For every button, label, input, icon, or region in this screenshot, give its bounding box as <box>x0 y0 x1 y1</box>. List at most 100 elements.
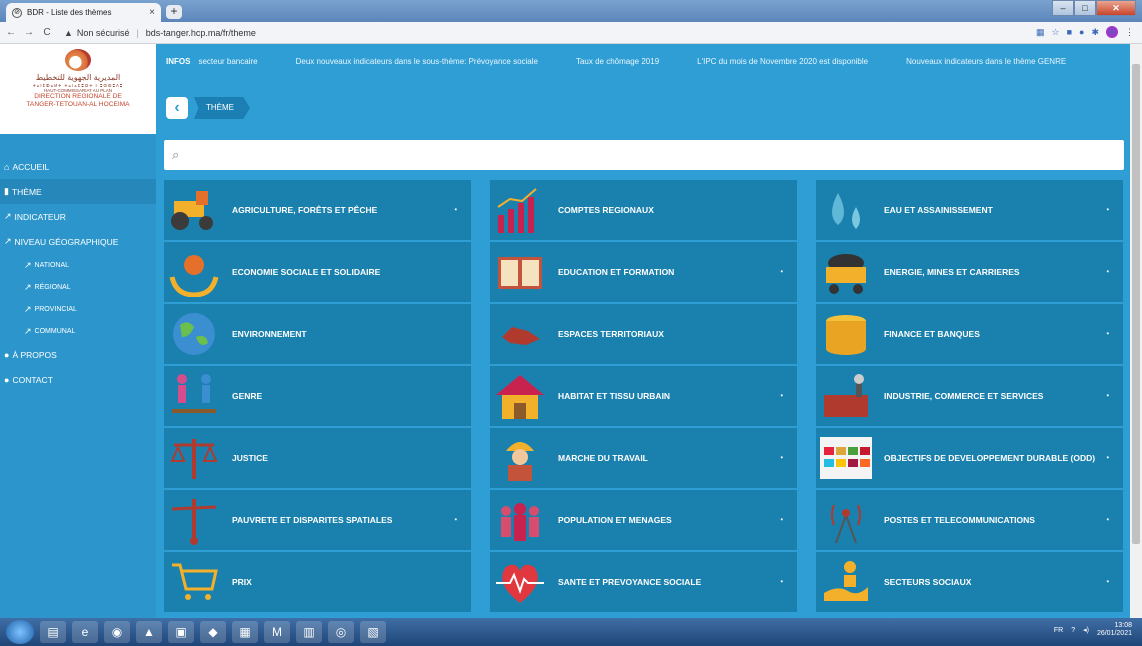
theme-card[interactable]: ESPACES TERRITORIAUX <box>490 304 797 364</box>
hcp-logo[interactable]: المديرية الجهوية للتخطيط ⵜⴰⵏⵎⵀⴰⵍⵜ ⵜⴰⵏⴰⵎⵓ… <box>0 44 156 134</box>
new-tab-button[interactable]: + <box>166 5 182 19</box>
menu-dots-icon[interactable]: ⋮ <box>1125 27 1134 38</box>
theme-card[interactable]: ECONOMIE SOCIALE ET SOLIDAIRE <box>164 242 471 302</box>
theme-label: POSTES ET TELECOMMUNICATIONS <box>884 515 1035 525</box>
theme-card[interactable]: HABITAT ET TISSU URBAIN ▪ <box>490 366 797 426</box>
expand-indicator-icon[interactable]: ▪ <box>781 455 783 462</box>
expand-indicator-icon[interactable]: ▪ <box>1107 455 1109 462</box>
news-item[interactable]: L'IPC du mois de Novembre 2020 est dispo… <box>697 57 868 66</box>
theme-card[interactable]: ENERGIE, MINES ET CARRIERES ▪ <box>816 242 1123 302</box>
news-item[interactable]: Taux de chômage 2019 <box>576 57 659 66</box>
url-field[interactable]: ▲ Non sécurisé | bds-tanger.hcp.ma/fr/th… <box>64 28 256 38</box>
expand-indicator-icon[interactable]: ▪ <box>781 393 783 400</box>
sidebar-item-provincial[interactable]: ↗ PROVINCIAL <box>0 298 156 320</box>
search-input[interactable] <box>187 142 1124 168</box>
logo-mark-icon <box>65 49 91 71</box>
theme-card[interactable]: OBJECTIFS DE DEVELOPPEMENT DURABLE (ODD)… <box>816 428 1123 488</box>
save-extension-icon[interactable]: ■ <box>1067 27 1072 37</box>
logo-arabic: المديرية الجهوية للتخطيط <box>35 73 121 82</box>
sidebar-item-niveau-geographique[interactable]: ↗ NIVEAU GÉOGRAPHIQUE <box>0 229 156 254</box>
reload-icon[interactable]: C <box>40 27 54 38</box>
drive-icon[interactable]: ▲ <box>136 621 162 643</box>
expand-indicator-icon[interactable]: ▪ <box>455 517 457 524</box>
theme-label: FINANCE ET BANQUES <box>884 329 980 339</box>
expand-indicator-icon[interactable]: ▪ <box>455 207 457 214</box>
theme-card[interactable]: AGRICULTURE, FORÊTS ET PÊCHE ▪ <box>164 180 471 240</box>
help-icon[interactable]: ? <box>1071 627 1075 634</box>
back-button[interactable]: ‹ <box>166 97 188 119</box>
internet-explorer-icon[interactable]: e <box>72 621 98 643</box>
sidebar-item-national[interactable]: ↗ NATIONAL <box>0 254 156 276</box>
presentation-icon[interactable]: ▧ <box>360 621 386 643</box>
network-icon[interactable]: ◎ <box>328 621 354 643</box>
translate-icon[interactable]: ▦ <box>1036 27 1045 38</box>
news-item[interactable]: secteur bancaire <box>198 57 257 66</box>
news-item[interactable]: Nouveaux indicateurs dans le thème GENRE <box>906 57 1066 66</box>
expand-indicator-icon[interactable]: ▪ <box>1107 517 1109 524</box>
sidebar-item-communal[interactable]: ↗ COMMUNAL <box>0 320 156 342</box>
sidebar-item-theme[interactable]: ▮ THÈME <box>0 179 156 204</box>
sidebar-item-indicateur[interactable]: ↗ INDICATEUR <box>0 204 156 229</box>
expand-indicator-icon[interactable]: ▪ <box>781 517 783 524</box>
language-indicator[interactable]: FR <box>1054 627 1063 634</box>
back-arrow-icon[interactable]: ← <box>4 27 18 38</box>
volume-icon[interactable]: ◂) <box>1083 626 1089 634</box>
tab-close-button[interactable]: × <box>149 7 155 18</box>
theme-card[interactable]: COMPTES REGIONAUX <box>490 180 797 240</box>
theme-card[interactable]: POPULATION ET MENAGES ▪ <box>490 490 797 550</box>
expand-indicator-icon[interactable]: ▪ <box>1107 207 1109 214</box>
theme-card[interactable]: POSTES ET TELECOMMUNICATIONS ▪ <box>816 490 1123 550</box>
clock[interactable]: 13:08 26/01/2021 <box>1097 622 1132 638</box>
sidebar-item-contact[interactable]: ● CONTACT <box>0 367 156 392</box>
expand-indicator-icon[interactable]: ▪ <box>781 269 783 276</box>
sidebar-item-label: NATIONAL <box>34 261 70 269</box>
expand-indicator-icon[interactable]: ▪ <box>1107 393 1109 400</box>
theme-card[interactable]: EDUCATION ET FORMATION ▪ <box>490 242 797 302</box>
theme-card[interactable]: MARCHE DU TRAVAIL ▪ <box>490 428 797 488</box>
page-scrollbar[interactable] <box>1130 44 1142 618</box>
theme-label: EAU ET ASSAINISSEMENT <box>884 205 993 215</box>
scrollbar-thumb[interactable] <box>1132 64 1140 544</box>
theme-card[interactable]: INDUSTRIE, COMMERCE ET SERVICES ▪ <box>816 366 1123 426</box>
taskbar-apps: ▤ e ◉ ▲ ▣ ◆ ▦ M ▥ ◎ ▧ <box>40 621 386 643</box>
theme-card[interactable]: GENRE <box>164 366 471 426</box>
app-icon[interactable]: ▥ <box>296 621 322 643</box>
sidebar-item-accueil[interactable]: ⌂ ACCUEIL <box>0 154 156 179</box>
minimize-button[interactable]: – <box>1052 0 1074 16</box>
theme-label: GENRE <box>232 391 263 401</box>
theme-card[interactable]: EAU ET ASSAINISSEMENT ▪ <box>816 180 1123 240</box>
browser-tab[interactable]: ⊘ BDR - Liste des thèmes × <box>6 3 161 22</box>
theme-card[interactable]: SANTE ET PREVOYANCE SOCIALE ▪ <box>490 552 797 612</box>
chrome-icon[interactable]: ◉ <box>104 621 130 643</box>
word-icon[interactable]: ▣ <box>168 621 194 643</box>
expand-indicator-icon[interactable]: ▪ <box>1107 331 1109 338</box>
expand-indicator-icon[interactable]: ▪ <box>781 579 783 586</box>
expand-indicator-icon[interactable]: ▪ <box>1107 579 1109 586</box>
profile-avatar[interactable]: N <box>1106 26 1118 38</box>
brave-icon[interactable]: ◆ <box>200 621 226 643</box>
theme-pictogram-icon <box>816 243 876 301</box>
expand-indicator-icon[interactable]: ▪ <box>1107 269 1109 276</box>
sidebar-item-a-propos[interactable]: ● À PROPOS <box>0 342 156 367</box>
news-item[interactable]: Deux nouveaux indicateurs dans le sous-t… <box>296 57 538 66</box>
theme-card[interactable]: SECTEURS SOCIAUX ▪ <box>816 552 1123 612</box>
excel-icon[interactable]: ▦ <box>232 621 258 643</box>
mcafee-icon[interactable]: M <box>264 621 290 643</box>
extension-icon[interactable]: ● <box>1079 27 1084 37</box>
forward-arrow-icon[interactable]: → <box>22 27 36 38</box>
theme-card[interactable]: PAUVRETE ET DISPARITES SPATIALES ▪ <box>164 490 471 550</box>
theme-pictogram-icon <box>816 491 876 549</box>
theme-card[interactable]: ENVIRONNEMENT <box>164 304 471 364</box>
puzzle-icon[interactable]: ✱ <box>1091 27 1099 38</box>
maximize-button[interactable]: □ <box>1074 0 1096 16</box>
theme-card[interactable]: JUSTICE <box>164 428 471 488</box>
tab-title: BDR - Liste des thèmes <box>27 8 112 17</box>
start-button[interactable] <box>6 620 34 644</box>
theme-pictogram-icon <box>164 491 224 549</box>
theme-card[interactable]: PRIX <box>164 552 471 612</box>
explorer-icon[interactable]: ▤ <box>40 621 66 643</box>
star-icon[interactable]: ☆ <box>1052 27 1060 38</box>
theme-card[interactable]: FINANCE ET BANQUES ▪ <box>816 304 1123 364</box>
window-close-button[interactable]: ✕ <box>1096 0 1136 16</box>
sidebar-item-regional[interactable]: ↗ RÉGIONAL <box>0 276 156 298</box>
